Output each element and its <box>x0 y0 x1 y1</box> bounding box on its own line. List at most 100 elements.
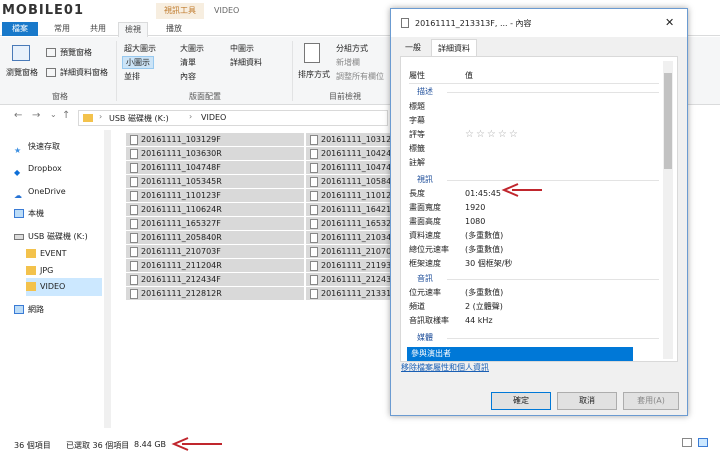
file-name: 20161111_211204R <box>141 261 222 270</box>
prop-name: 長度 <box>409 189 425 198</box>
address-bar[interactable]: › USB 磁碟機 (K:) › VIDEO <box>78 110 388 126</box>
file-item[interactable]: 20161111_165327R <box>306 217 390 231</box>
nav-event[interactable]: EVENT <box>26 245 66 263</box>
remove-properties-link[interactable]: 移除檔案屬性和個人資訊 <box>401 362 489 373</box>
nav-label: USB 磁碟機 (K:) <box>28 232 88 241</box>
divider <box>447 338 659 339</box>
nav-network[interactable]: 網路 <box>14 301 44 319</box>
layout-list[interactable]: 清單 <box>180 57 196 68</box>
file-item[interactable]: 20161111_210341F <box>306 231 390 245</box>
nav-label: OneDrive <box>28 187 66 196</box>
large-icons-view-icon[interactable] <box>698 438 708 447</box>
preview-pane-icon <box>46 48 56 57</box>
tab-view[interactable]: 檢視 <box>118 22 148 37</box>
file-name: 20161111_210703F <box>141 247 221 256</box>
tab-share[interactable]: 共用 <box>84 22 112 36</box>
prop-name: 總位元速率 <box>409 245 449 254</box>
breadcrumb-drive[interactable]: USB 磁碟機 (K:) <box>109 113 169 124</box>
file-item[interactable]: 20161111_205840R <box>126 231 304 245</box>
file-item[interactable]: 20161111_211204R <box>126 259 304 273</box>
file-item[interactable]: 20161111_103630R <box>126 147 304 161</box>
network-icon <box>14 305 24 314</box>
tab-details[interactable]: 詳細資料 <box>431 39 477 57</box>
details-view-icon[interactable] <box>682 438 692 447</box>
up-arrow-icon[interactable]: ↑ <box>62 110 70 121</box>
prop-name: 音訊取樣率 <box>409 316 449 325</box>
layout-small-icons[interactable]: 小圖示 <box>122 56 154 69</box>
layout-content[interactable]: 內容 <box>180 71 196 82</box>
annotation-arrow <box>171 437 222 451</box>
ok-button[interactable]: 確定 <box>491 392 551 410</box>
file-name: 20161111_213313F <box>321 289 390 298</box>
cancel-button[interactable]: 取消 <box>557 392 617 410</box>
layout-large-icons[interactable]: 大圖示 <box>180 43 204 54</box>
prop-comments: 註解 <box>409 158 425 167</box>
file-item[interactable]: 20161111_110624R <box>126 203 304 217</box>
nav-usb-drive[interactable]: USB 磁碟機 (K:) <box>14 228 88 246</box>
sort-by-button[interactable]: 排序方式 <box>298 69 330 80</box>
details-pane-label: 詳細資料窗格 <box>60 68 108 77</box>
scrollbar-thumb[interactable] <box>664 73 672 169</box>
file-item[interactable]: 20161111_103129F <box>126 133 304 147</box>
file-item[interactable]: 20161111_212434R <box>306 273 390 287</box>
details-scrollbar[interactable] <box>663 61 673 359</box>
layout-tiles[interactable]: 並排 <box>124 71 140 82</box>
nav-dropbox[interactable]: ◆ Dropbox <box>14 160 62 178</box>
divider <box>447 92 659 93</box>
nav-onedrive[interactable]: ☁ OneDrive <box>14 183 66 201</box>
nav-video[interactable]: VIDEO <box>26 278 102 296</box>
tab-play[interactable]: 播放 <box>160 22 188 36</box>
file-item[interactable]: 20161111_110123R <box>306 189 390 203</box>
tab-home[interactable]: 常用 <box>48 22 76 36</box>
group-by-button[interactable]: 分組方式 <box>336 43 368 54</box>
nav-scrollbar[interactable] <box>104 130 111 428</box>
layout-extra-large-icons[interactable]: 超大圖示 <box>124 43 156 54</box>
video-file-icon <box>130 176 138 187</box>
forward-arrow-icon[interactable]: → <box>32 110 40 121</box>
navigation-pane-button[interactable]: 瀏覽窗格 <box>6 67 38 78</box>
layout-medium-icons[interactable]: 中圖示 <box>230 43 254 54</box>
video-file-icon <box>130 148 138 159</box>
file-name: 20161111_212434R <box>321 275 390 284</box>
video-file-icon <box>130 190 138 201</box>
item-count: 36 個項目 <box>14 441 51 450</box>
nav-this-pc[interactable]: 本機 <box>14 205 44 223</box>
file-item[interactable]: 20161111_110123F <box>126 189 304 203</box>
close-icon[interactable]: ✕ <box>665 16 674 29</box>
video-file-icon <box>130 134 138 145</box>
layout-details[interactable]: 詳細資料 <box>230 57 262 68</box>
preview-pane-button[interactable]: 預覽窗格 <box>46 47 92 58</box>
video-file-icon <box>310 204 318 215</box>
file-name: 20161111_110624R <box>141 205 222 214</box>
file-item[interactable]: 20161111_104748F <box>126 161 304 175</box>
video-file-icon <box>310 232 318 243</box>
file-item[interactable]: 20161111_211933F <box>306 259 390 273</box>
file-item[interactable]: 20161111_165327F <box>126 217 304 231</box>
file-item[interactable]: 20161111_105345R <box>126 175 304 189</box>
file-item[interactable]: 20161111_210703R <box>306 245 390 259</box>
nav-quick-access[interactable]: ★ 快速存取 <box>14 138 60 156</box>
tab-general[interactable]: 一般 <box>399 39 427 56</box>
nav-label: 網路 <box>28 305 44 314</box>
file-item[interactable]: 20161111_164212F <box>306 203 390 217</box>
breadcrumb-folder[interactable]: VIDEO <box>201 113 226 122</box>
file-item[interactable]: 20161111_104247F <box>306 147 390 161</box>
file-item[interactable]: 20161111_105846F <box>306 175 390 189</box>
folder-icon <box>83 114 93 122</box>
file-item[interactable]: 20161111_212812R <box>126 287 304 301</box>
file-item[interactable]: 20161111_103129R <box>306 133 390 147</box>
rating-stars[interactable]: ☆☆☆☆☆ <box>465 128 520 142</box>
file-item[interactable]: 20161111_210703F <box>126 245 304 259</box>
tab-file[interactable]: 檔案 <box>2 22 38 36</box>
cloud-icon: ☁ <box>14 191 22 200</box>
apply-button[interactable]: 套用(A) <box>623 392 679 410</box>
details-pane-button[interactable]: 詳細資料窗格 <box>46 67 108 78</box>
selected-property-row[interactable]: 參與演出者 <box>407 347 633 361</box>
size-columns-button[interactable]: 調整所有欄位 <box>336 71 384 82</box>
file-item[interactable]: 20161111_212434F <box>126 273 304 287</box>
add-columns-button[interactable]: 新增欄 <box>336 57 360 68</box>
back-arrow-icon[interactable]: ← <box>14 110 22 121</box>
file-item[interactable]: 20161111_104748R <box>306 161 390 175</box>
file-item[interactable]: 20161111_213313F <box>306 287 390 301</box>
recent-locations-chevron-icon[interactable]: ⌄ <box>50 110 57 119</box>
